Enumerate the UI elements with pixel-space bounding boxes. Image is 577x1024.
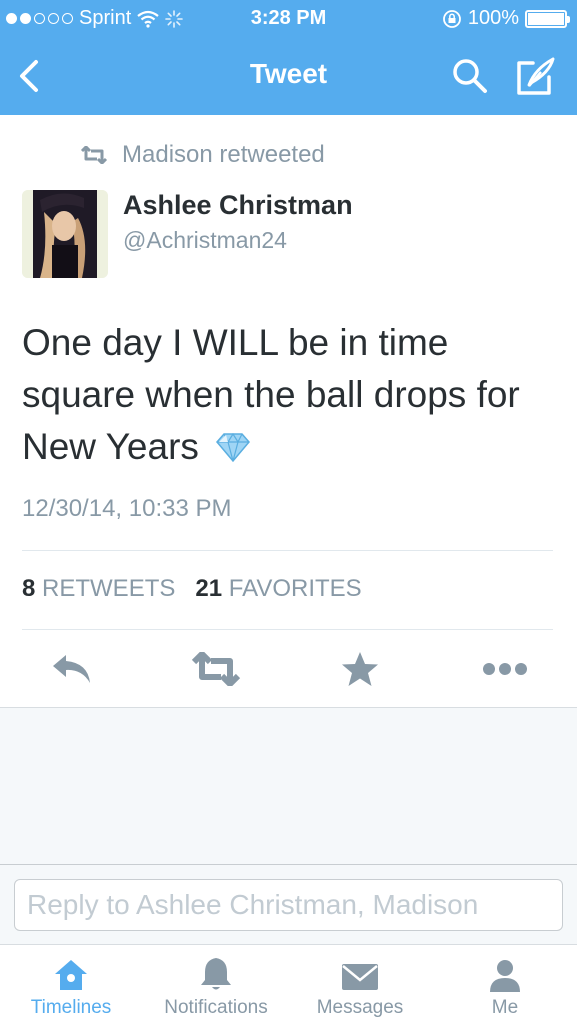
status-bar: Sprint 3:28 PM 100% — [0, 0, 577, 38]
tweet-text: One day I WILL be in time square when th… — [22, 317, 562, 473]
star-icon — [342, 652, 378, 686]
retweet-icon — [191, 652, 241, 686]
top-bar: Sprint 3:28 PM 100% Tweet — [0, 0, 577, 115]
retweets-stat[interactable]: 8 RETWEETS — [22, 575, 175, 602]
reply-input[interactable] — [14, 879, 563, 931]
author-handle[interactable]: @Achristman24 — [123, 227, 287, 254]
divider — [22, 550, 553, 551]
more-options-button[interactable] — [479, 648, 531, 690]
favorites-label: FAVORITES — [228, 575, 362, 602]
tab-label: Timelines — [30, 997, 112, 1018]
status-right: 100% — [442, 7, 570, 30]
tab-bar: Timelines Notifications Messages Me — [0, 944, 577, 1024]
tweet-detail: Madison retweeted Ashlee Christman @Achr… — [0, 115, 577, 708]
compose-tweet-button[interactable] — [515, 55, 559, 97]
retweets-count: 8 — [22, 575, 36, 602]
more-dots-icon — [483, 663, 527, 675]
battery-icon — [525, 9, 570, 28]
favorite-button[interactable] — [334, 648, 386, 690]
reply-button[interactable] — [46, 648, 98, 690]
tab-label: Me — [491, 997, 519, 1018]
reply-bar — [0, 864, 577, 944]
compose-icon — [517, 57, 555, 95]
favorites-stat[interactable]: 21 FAVORITES — [195, 575, 361, 602]
tab-me[interactable]: Me — [478, 945, 532, 1024]
gem-emoji-icon — [216, 432, 251, 463]
divider — [22, 629, 553, 630]
tab-notifications[interactable]: Notifications — [152, 945, 280, 1024]
rotation-lock-icon — [442, 9, 461, 28]
tab-timelines[interactable]: Timelines — [18, 945, 124, 1024]
tweet-stats: 8 RETWEETS 21 FAVORITES — [22, 575, 362, 603]
battery-percent: 100% — [467, 7, 519, 29]
home-icon — [55, 960, 87, 990]
page-title: Tweet — [249, 58, 328, 89]
tweet-timestamp: 12/30/14, 10:33 PM — [22, 495, 232, 522]
reply-icon — [53, 655, 90, 683]
search-button[interactable] — [450, 56, 490, 96]
author-name[interactable]: Ashlee Christman — [123, 190, 353, 221]
tab-label: Notifications — [164, 997, 268, 1018]
retweets-label: RETWEETS — [42, 575, 176, 602]
envelope-icon — [342, 964, 378, 990]
retweeted-by-label: Madison retweeted — [122, 141, 325, 168]
tab-messages[interactable]: Messages — [306, 945, 414, 1024]
avatar[interactable] — [22, 190, 108, 278]
profile-photo — [22, 190, 108, 278]
favorites-count: 21 — [195, 575, 223, 602]
search-icon — [453, 59, 487, 93]
tweet-body: One day I WILL be in time square when th… — [22, 322, 520, 467]
retweet-button[interactable] — [190, 648, 242, 690]
retweet-context: Madison retweeted — [80, 141, 325, 169]
person-icon — [490, 960, 520, 992]
bell-icon — [201, 958, 231, 990]
retweet-icon — [80, 146, 108, 164]
tab-label: Messages — [316, 997, 404, 1018]
